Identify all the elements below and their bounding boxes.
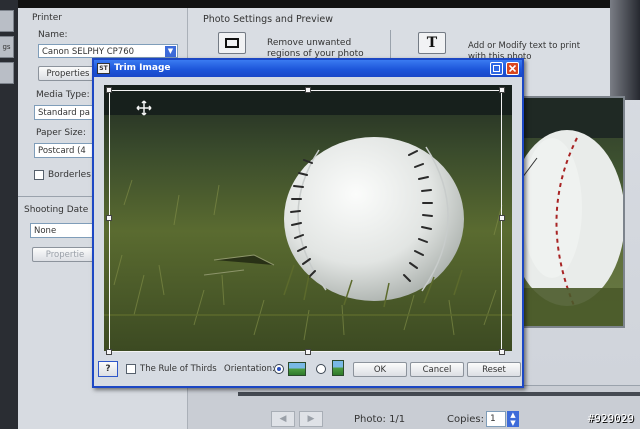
preview-baseball-image [517, 98, 623, 326]
crop-handle-top-right[interactable] [499, 87, 505, 93]
trim-tool-button[interactable] [218, 32, 246, 54]
shooting-date-heading: Shooting Date [24, 205, 89, 215]
printer-name-select[interactable]: Canon SELPHY CP760 ▼ [38, 44, 178, 58]
printer-properties-button[interactable]: Properties [38, 66, 98, 81]
crop-handle-bottom-right[interactable] [499, 349, 505, 355]
crop-handle-left[interactable] [106, 215, 112, 221]
borderless-label: Borderles [48, 170, 91, 180]
rule-of-thirds-checkbox[interactable] [126, 364, 136, 374]
orientation-label: Orientation: [224, 364, 275, 374]
printer-name-label: Name: [38, 30, 68, 40]
maximize-icon [493, 65, 500, 72]
trim-description: Remove unwanted regions of your photo [267, 38, 364, 59]
side-tab-gs[interactable]: gs [0, 36, 14, 58]
photo-print-application: gs Printer Name: Canon SELPHY CP760 ▼ Pr… [0, 0, 640, 429]
trim-image-dialog: ST Trim Image ? The Rule of Thirds Orien… [92, 58, 524, 388]
media-type-select[interactable]: Standard pa [34, 105, 98, 120]
ok-button[interactable]: OK [353, 362, 407, 377]
screen-bezel-right [610, 0, 640, 100]
photo-preview [515, 96, 625, 328]
crop-handle-top-left[interactable] [106, 87, 112, 93]
text-t-icon: T [426, 35, 438, 51]
rule-of-thirds-label: The Rule of Thirds [140, 364, 217, 374]
close-icon [509, 65, 516, 72]
crop-handle-top[interactable] [305, 87, 311, 93]
copies-spinner[interactable]: ▲ ▼ [507, 411, 519, 427]
paper-size-label: Paper Size: [36, 128, 86, 138]
portrait-orientation-icon [332, 360, 344, 376]
next-photo-button[interactable]: ▶ [299, 411, 323, 427]
dialog-title: Trim Image [114, 63, 171, 73]
text-tool-button[interactable]: T [418, 32, 446, 54]
copies-input[interactable]: 1 [486, 411, 506, 427]
screen-bezel-top [0, 0, 640, 8]
media-type-label: Media Type: [36, 90, 90, 100]
app-icon: ST [97, 63, 110, 74]
copies-label: Copies: [447, 414, 484, 425]
photo-watermark: #929029 [587, 412, 634, 425]
shooting-date-properties-button[interactable]: Propertie [32, 247, 98, 262]
orientation-portrait-radio[interactable] [316, 364, 326, 374]
crop-selection[interactable] [109, 90, 502, 352]
chevron-down-icon[interactable]: ▼ [165, 46, 176, 57]
crop-handle-bottom[interactable] [305, 349, 311, 355]
dialog-controls: ? The Rule of Thirds Orientation: OK Can… [94, 357, 522, 382]
chevron-left-icon: ◀ [279, 414, 287, 424]
side-tab-3[interactable] [0, 62, 14, 84]
help-button[interactable]: ? [98, 361, 118, 377]
maximize-button[interactable] [490, 62, 503, 75]
move-cursor-icon [136, 100, 152, 116]
preview-shadow [238, 392, 640, 396]
shooting-date-select[interactable]: None [30, 223, 98, 238]
cancel-button[interactable]: Cancel [410, 362, 464, 377]
photo-settings-heading: Photo Settings and Preview [203, 14, 333, 25]
crop-handle-bottom-left[interactable] [106, 349, 112, 355]
chevron-right-icon: ▶ [307, 414, 315, 424]
printer-heading: Printer [32, 13, 62, 23]
help-icon: ? [105, 364, 111, 374]
landscape-orientation-icon [288, 362, 306, 376]
paper-size-select[interactable]: Postcard (4 [34, 143, 98, 158]
orientation-landscape-radio[interactable] [274, 364, 284, 374]
borderless-checkbox[interactable] [34, 170, 44, 180]
crop-handle-right[interactable] [499, 215, 505, 221]
reset-button[interactable]: Reset [467, 362, 521, 377]
close-button[interactable] [506, 62, 519, 75]
photo-counter: Photo: 1/1 [354, 414, 406, 425]
previous-photo-button[interactable]: ◀ [271, 411, 295, 427]
side-tab-1[interactable] [0, 10, 14, 32]
dialog-title-bar[interactable]: ST Trim Image [94, 60, 522, 77]
trim-frame-icon [225, 38, 239, 48]
spinner-arrows-icon: ▲ ▼ [510, 411, 516, 427]
